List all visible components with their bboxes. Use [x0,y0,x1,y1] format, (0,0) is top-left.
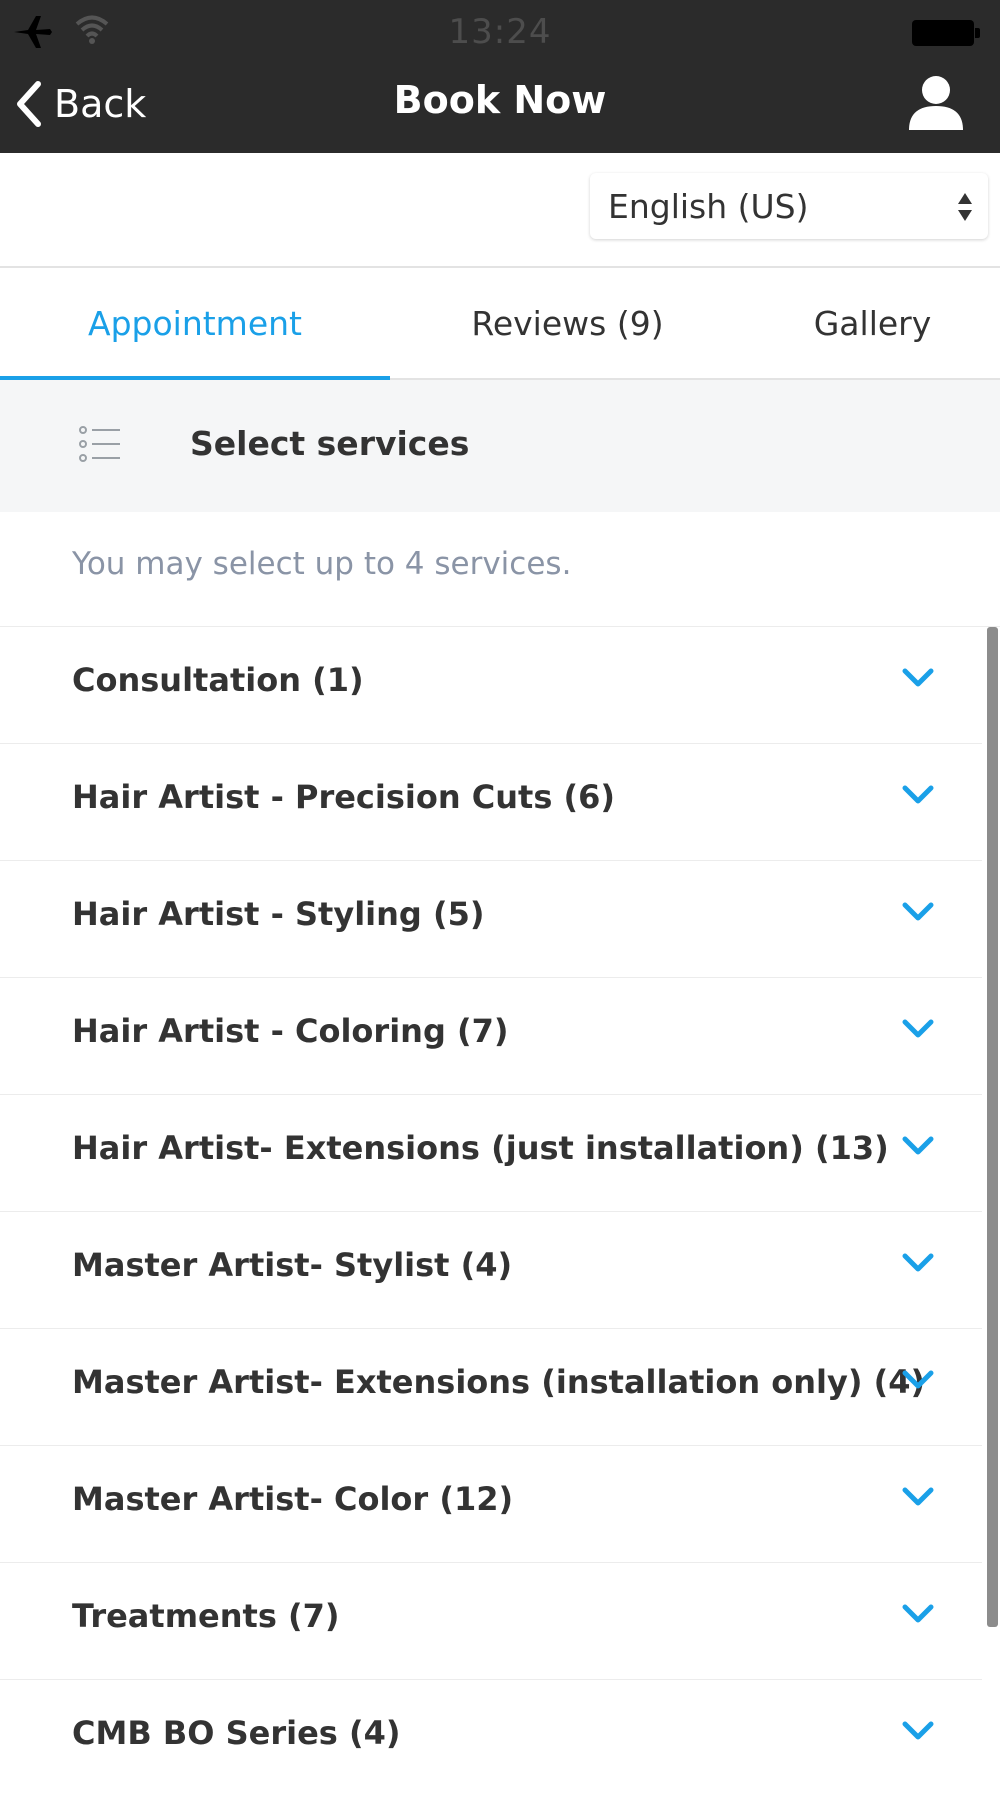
service-label: Master Artist- Color (12) [72,1480,514,1518]
select-arrows-icon [958,193,972,221]
top-bar: 13:24 Back Book Now [0,0,1000,153]
chevron-down-icon [902,1136,934,1155]
chevron-down-icon [902,1487,934,1506]
list-icon [79,426,120,462]
status-time: 13:24 [448,12,552,52]
chevron-down-icon [902,1370,934,1389]
chevron-down-icon [902,1721,934,1740]
scrollbar[interactable] [987,627,998,1627]
selection-hint: You may select up to 4 services. [72,546,572,582]
chevron-down-icon [902,668,934,687]
language-select-value: English (US) [608,186,809,226]
services-list: Consultation (1) Hair Artist - Precision… [0,627,982,1796]
language-select[interactable]: English (US) [590,173,988,239]
navbar: Back Book Now [0,64,1000,153]
select-services-header: Select services [0,380,1000,512]
language-row: English (US) [0,153,1000,268]
service-label: Treatments (7) [72,1597,340,1635]
service-row[interactable]: Consultation (1) [0,627,982,744]
service-label: Hair Artist - Precision Cuts (6) [72,778,616,816]
service-row[interactable]: Master Artist- Color (12) [0,1446,982,1563]
chevron-down-icon [902,785,934,804]
user-icon[interactable] [905,72,967,134]
service-row[interactable]: Master Artist- Extensions (installation … [0,1329,982,1446]
service-row[interactable]: Hair Artist- Extensions (just installati… [0,1095,982,1212]
status-bar: 13:24 [0,0,1000,64]
service-label: Hair Artist- Extensions (just installati… [72,1129,889,1167]
service-label: CMB BO Series (4) [72,1714,401,1752]
service-label: Hair Artist - Coloring (7) [72,1012,509,1050]
chevron-down-icon [902,1604,934,1623]
tab-appointment[interactable]: Appointment [0,268,390,380]
chevron-down-icon [902,902,934,921]
service-label: Master Artist- Stylist (4) [72,1246,513,1284]
tab-bar: Appointment Reviews (9) Gallery [0,268,1000,380]
tab-reviews[interactable]: Reviews (9) [390,268,745,378]
service-row[interactable]: Hair Artist - Coloring (7) [0,978,982,1095]
page-title: Book Now [393,78,607,122]
tab-gallery[interactable]: Gallery [745,268,1000,378]
chevron-down-icon [902,1253,934,1272]
battery-icon [912,20,980,46]
section-title: Select services [190,424,470,463]
service-label: Hair Artist - Styling (5) [72,895,485,933]
service-row[interactable]: Hair Artist - Precision Cuts (6) [0,744,982,861]
service-label: Consultation (1) [72,661,364,699]
service-row[interactable]: Treatments (7) [0,1563,982,1680]
service-label: Master Artist- Extensions (installation … [72,1363,926,1401]
service-row[interactable]: CMB BO Series (4) [0,1680,982,1796]
service-row[interactable]: Master Artist- Stylist (4) [0,1212,982,1329]
service-row[interactable]: Hair Artist - Styling (5) [0,861,982,978]
chevron-down-icon [902,1019,934,1038]
